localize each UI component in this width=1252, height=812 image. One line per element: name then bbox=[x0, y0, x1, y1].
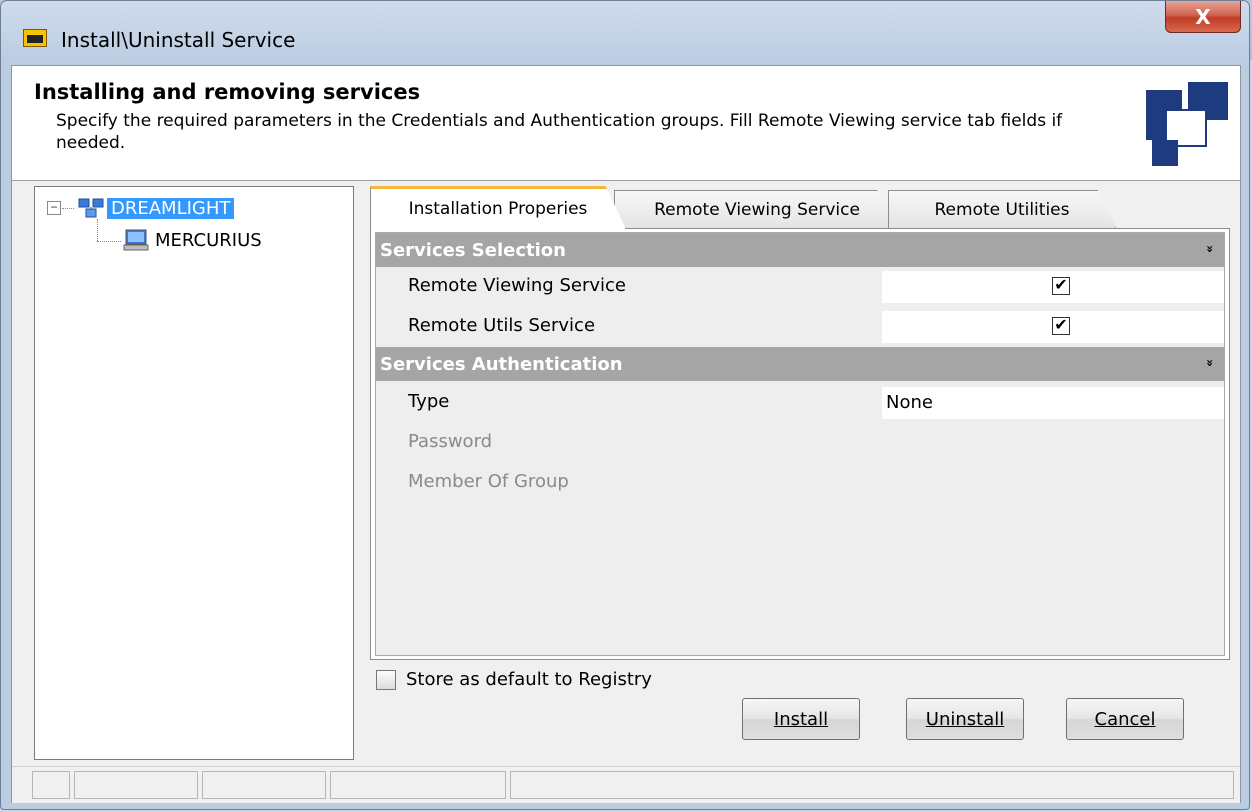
cancel-button[interactable]: Cancel bbox=[1066, 698, 1184, 740]
group-header-services-selection[interactable]: Services Selection » bbox=[376, 233, 1224, 267]
property-name: Type bbox=[408, 391, 450, 412]
tree-item-dreamlight[interactable]: DREAMLIGHT bbox=[77, 195, 235, 221]
property-name: Member Of Group bbox=[408, 471, 569, 492]
tab-panel: Services Selection » Remote Viewing Serv… bbox=[370, 228, 1230, 660]
property-row-remote-utils: Remote Utils Service ✔ bbox=[376, 307, 1224, 347]
property-row-member-of-group: Member Of Group bbox=[376, 463, 1224, 503]
property-name: Remote Viewing Service bbox=[408, 275, 626, 296]
status-bar bbox=[12, 766, 1240, 803]
tab-strip: Installation Properies Remote Viewing Se… bbox=[370, 186, 1230, 229]
tab-remote-utilities[interactable]: Remote Utilities bbox=[888, 190, 1116, 228]
property-name: Password bbox=[408, 431, 493, 452]
close-icon: X bbox=[1195, 4, 1211, 29]
install-button[interactable]: Install bbox=[742, 698, 860, 740]
tree-item-label: DREAMLIGHT bbox=[107, 197, 235, 219]
tree-collapse-icon[interactable]: − bbox=[47, 201, 61, 215]
status-cell bbox=[202, 771, 326, 799]
app-icon bbox=[23, 29, 47, 47]
remote-utils-checkbox[interactable]: ✔ bbox=[1052, 317, 1070, 335]
header-description: Specify the required parameters in the C… bbox=[56, 111, 1063, 153]
window-title: Install\Uninstall Service bbox=[61, 28, 296, 52]
store-default-label[interactable]: Store as default to Registry bbox=[406, 669, 652, 690]
computer-tree[interactable]: − DREAMLIGHT MERCURIUS bbox=[34, 186, 354, 760]
network-icon bbox=[78, 198, 104, 218]
store-default-checkbox[interactable] bbox=[376, 670, 396, 690]
property-value[interactable]: ✔ bbox=[882, 271, 1224, 303]
property-row-password: Password bbox=[376, 423, 1224, 463]
property-row-type: Type None bbox=[376, 383, 1224, 423]
tree-item-label: MERCURIUS bbox=[155, 229, 262, 251]
uninstall-button[interactable]: Uninstall bbox=[906, 698, 1024, 740]
logo-icon bbox=[1146, 82, 1228, 166]
group-title: Services Authentication bbox=[380, 353, 623, 375]
remote-viewing-checkbox[interactable]: ✔ bbox=[1052, 277, 1070, 295]
header-panel: Installing and removing services Specify… bbox=[12, 66, 1240, 181]
property-value[interactable]: ✔ bbox=[882, 311, 1224, 343]
dialog-window: Install\Uninstall Service X Installing a… bbox=[0, 0, 1250, 810]
dialog-client-area: Installing and removing services Specify… bbox=[11, 65, 1241, 803]
title-bar[interactable]: Install\Uninstall Service X bbox=[1, 1, 1251, 65]
tab-remote-viewing-service[interactable]: Remote Viewing Service bbox=[614, 190, 900, 228]
close-button[interactable]: X bbox=[1165, 1, 1241, 33]
computer-icon bbox=[123, 229, 149, 251]
collapse-icon[interactable]: » bbox=[1203, 245, 1217, 253]
tree-item-mercurius[interactable]: MERCURIUS bbox=[123, 227, 266, 253]
status-cell bbox=[32, 771, 70, 799]
tree-connector bbox=[97, 241, 121, 242]
tree-connector bbox=[97, 219, 98, 241]
tab-installation-properties[interactable]: Installation Properies bbox=[370, 186, 626, 229]
status-cell bbox=[510, 771, 1234, 799]
collapse-icon[interactable]: » bbox=[1203, 359, 1217, 367]
property-grid[interactable]: Services Selection » Remote Viewing Serv… bbox=[375, 232, 1225, 656]
group-header-services-authentication[interactable]: Services Authentication » bbox=[376, 347, 1224, 381]
property-name: Remote Utils Service bbox=[408, 315, 596, 336]
status-cell bbox=[74, 771, 198, 799]
property-row-remote-viewing: Remote Viewing Service ✔ bbox=[376, 267, 1224, 307]
tree-connector bbox=[62, 208, 74, 209]
status-cell bbox=[330, 771, 506, 799]
header-title: Installing and removing services bbox=[34, 80, 421, 104]
auth-type-value[interactable]: None bbox=[882, 387, 1224, 419]
group-title: Services Selection bbox=[380, 239, 566, 261]
